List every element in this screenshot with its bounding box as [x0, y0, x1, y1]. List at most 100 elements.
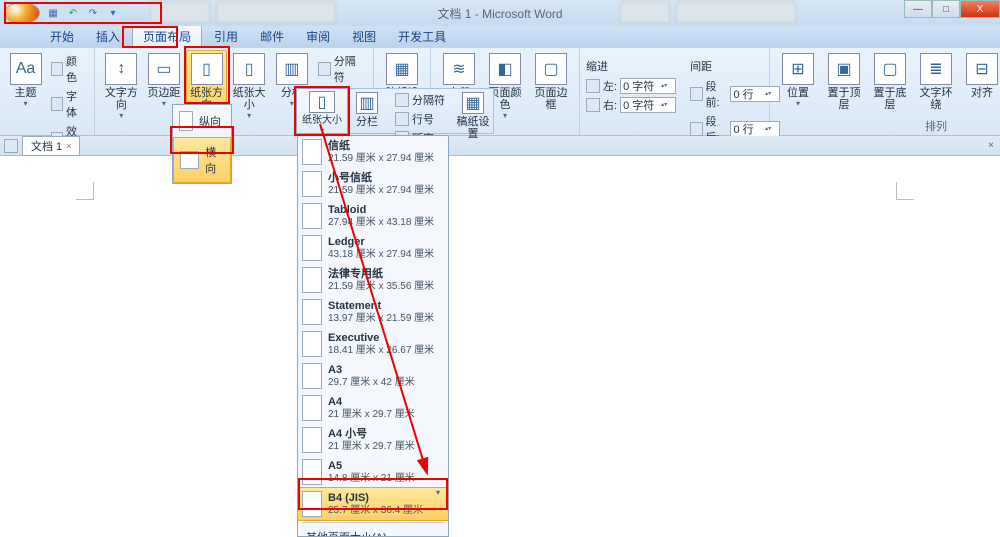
breaks-icon [395, 93, 409, 107]
spinner-arrows-icon[interactable]: ▴▾ [661, 83, 673, 89]
bring-front-button[interactable]: ▣置于顶层 [822, 50, 866, 114]
tab-mailings[interactable]: 邮件 [250, 25, 294, 48]
ribbon: Aa 主题 ▾ 颜色 字体 效果 主题 ↕文字方向▾ ▭页边距▾ ▯纸张方向▾ … [0, 48, 1000, 136]
page-corner-marker [896, 182, 914, 200]
margins-button[interactable]: ▭页边距▾ [144, 50, 185, 111]
paper-size-item[interactable]: Ledger 43.18 厘米 x 27.94 厘米 [298, 232, 448, 264]
theme-fonts-button[interactable]: 字体 [47, 87, 88, 121]
orientation-portrait-item[interactable]: 纵向 [173, 105, 231, 137]
chevron-down-icon: ▾ [24, 99, 28, 108]
qat-undo-icon[interactable]: ↶ [64, 4, 82, 22]
close-button[interactable]: X [960, 0, 1000, 18]
group-arrange: ⊞位置▾ ▣置于顶层 ▢置于底层 ≣文字环绕 ⊟对齐 ⊡组合 ⟳旋转 排列 [770, 48, 1000, 135]
tab-insert[interactable]: 插入 [86, 25, 130, 48]
columns-icon: ▥ [276, 53, 308, 85]
theme-colors-label: 颜色 [66, 53, 84, 85]
paper-size-dim: 18.41 厘米 x 26.67 厘米 [328, 345, 434, 357]
space-before-label: 段前: [706, 78, 728, 110]
paper-size-item[interactable]: Executive 18.41 厘米 x 26.67 厘米 [298, 328, 448, 360]
tab-view[interactable]: 视图 [342, 25, 386, 48]
paper-size-item[interactable]: A3 29.7 厘米 x 42 厘米 [298, 360, 448, 392]
space-before-icon [690, 87, 702, 101]
tab-review[interactable]: 审阅 [296, 25, 340, 48]
paper-icon [302, 203, 322, 229]
tab-close-icon[interactable]: × [66, 141, 71, 151]
paper-size-item[interactable]: 法律专用纸 21.59 厘米 x 35.56 厘米 [298, 264, 448, 296]
paper-size-item[interactable]: A5 14.8 厘米 x 21 厘米 [298, 456, 448, 488]
columns-button-2[interactable]: ▥分栏 [347, 89, 387, 133]
background-tab [216, 1, 336, 23]
manuscript-button-2[interactable]: ▦稿纸设置 [453, 89, 493, 133]
ribbon-overflow: ▥分栏 分隔符 行号 断字 ▦稿纸设置 [346, 88, 494, 134]
watermark-icon: ≋ [443, 53, 475, 85]
paper-size-item[interactable]: B4 (JIS) 25.7 厘米 x 36.4 厘米 [297, 487, 449, 521]
document-area[interactable] [0, 156, 1000, 537]
breaks-button-2[interactable]: 分隔符 [391, 91, 449, 109]
paper-size-name: A3 [328, 364, 415, 377]
page-border-label: 页面边框 [532, 87, 570, 111]
lineno-button-2[interactable]: 行号 [391, 110, 449, 128]
paper-size-name: 小号信纸 [328, 172, 434, 185]
qat-more-icon[interactable]: ▾ [104, 4, 122, 22]
size-label: 纸张大小 [232, 87, 267, 111]
page-border-button[interactable]: ▢页面边框 [529, 50, 573, 114]
chevron-down-icon: ▾ [119, 111, 123, 120]
document-tab-label: 文档 1 [31, 138, 62, 154]
paper-size-name: B4 (JIS) [328, 492, 423, 505]
paper-size-item[interactable]: A4 21 厘米 x 29.7 厘米 [298, 392, 448, 424]
indent-right-icon [586, 98, 600, 112]
paper-size-name: Ledger [328, 236, 434, 249]
title-bar: ▦ ↶ ↷ ▾ 文档 1 - Microsoft Word — □ X [0, 0, 1000, 26]
indent-left-input[interactable]: 0 字符▴▾ [620, 78, 676, 94]
send-back-button[interactable]: ▢置于底层 [868, 50, 912, 114]
qat-save-icon[interactable]: ▦ [44, 4, 62, 22]
qat-redo-icon[interactable]: ↷ [84, 4, 102, 22]
more-paper-sizes[interactable]: 其他页面大小(A)... [298, 525, 448, 537]
orientation-landscape-item[interactable]: 横向 [173, 137, 231, 183]
paper-size-item[interactable]: A4 小号 21 厘米 x 29.7 厘米 [298, 424, 448, 456]
paper-size-item[interactable]: Tabloid 27.94 厘米 x 43.18 厘米 [298, 200, 448, 232]
window-title: 文档 1 - Microsoft Word [437, 5, 562, 22]
paper-icon [302, 363, 322, 389]
back-icon: ▢ [874, 53, 906, 85]
paper-size-dim: 21.59 厘米 x 35.56 厘米 [328, 281, 434, 293]
chevron-down-icon: ▾ [290, 99, 294, 108]
maximize-button[interactable]: □ [932, 0, 960, 18]
tab-developer[interactable]: 开发工具 [388, 25, 456, 48]
theme-colors-button[interactable]: 颜色 [47, 52, 88, 86]
position-label: 位置 [787, 87, 809, 99]
tab-home[interactable]: 开始 [40, 25, 84, 48]
paper-icon [302, 171, 322, 197]
paper-size-dim: 21.59 厘米 x 27.94 厘米 [328, 153, 434, 165]
tab-references[interactable]: 引用 [204, 25, 248, 48]
position-button[interactable]: ⊞位置▾ [776, 50, 820, 111]
minimize-button[interactable]: — [904, 0, 932, 18]
space-after-value: 0 行 [733, 121, 753, 137]
background-tab [150, 1, 210, 23]
breaks-button[interactable]: 分隔符 [314, 52, 367, 86]
spinner-arrows-icon[interactable]: ▴▾ [661, 102, 673, 108]
breaks-label: 分隔符 [334, 53, 363, 85]
tabs-close-icon[interactable]: × [988, 140, 994, 151]
quick-access-toolbar: ▦ ↶ ↷ ▾ [44, 4, 122, 22]
paper-size-item[interactable]: 小号信纸 21.59 厘米 x 27.94 厘米 [298, 168, 448, 200]
text-wrap-button[interactable]: ≣文字环绕 [914, 50, 958, 114]
columns-label-2: 分栏 [356, 116, 378, 128]
tab-page-layout[interactable]: 页面布局 [132, 24, 202, 48]
paper-size-name: A4 小号 [328, 428, 415, 441]
paper-size-name: Tabloid [328, 204, 434, 217]
paper-size-name: 法律专用纸 [328, 268, 434, 281]
align-button[interactable]: ⊟对齐 [960, 50, 1000, 102]
document-tab[interactable]: 文档 1 × [22, 136, 80, 156]
breaks-icon [318, 62, 331, 76]
scroll-down-icon[interactable]: ▾ [436, 488, 446, 498]
paper-size-item[interactable]: Statement 13.97 厘米 x 21.59 厘米 [298, 296, 448, 328]
wrap-icon: ≣ [920, 53, 952, 85]
paper-size-item[interactable]: 信纸 21.59 厘米 x 27.94 厘米 [298, 136, 448, 168]
size-button-popup[interactable]: ▯ 纸张大小 ▾ [296, 88, 348, 134]
text-direction-button[interactable]: ↕文字方向▾ [101, 50, 142, 123]
themes-button[interactable]: Aa 主题 ▾ [6, 50, 45, 111]
office-button[interactable] [4, 2, 40, 24]
size-button[interactable]: ▯纸张大小▾ [229, 50, 270, 123]
indent-right-input[interactable]: 0 字符▴▾ [620, 97, 676, 113]
